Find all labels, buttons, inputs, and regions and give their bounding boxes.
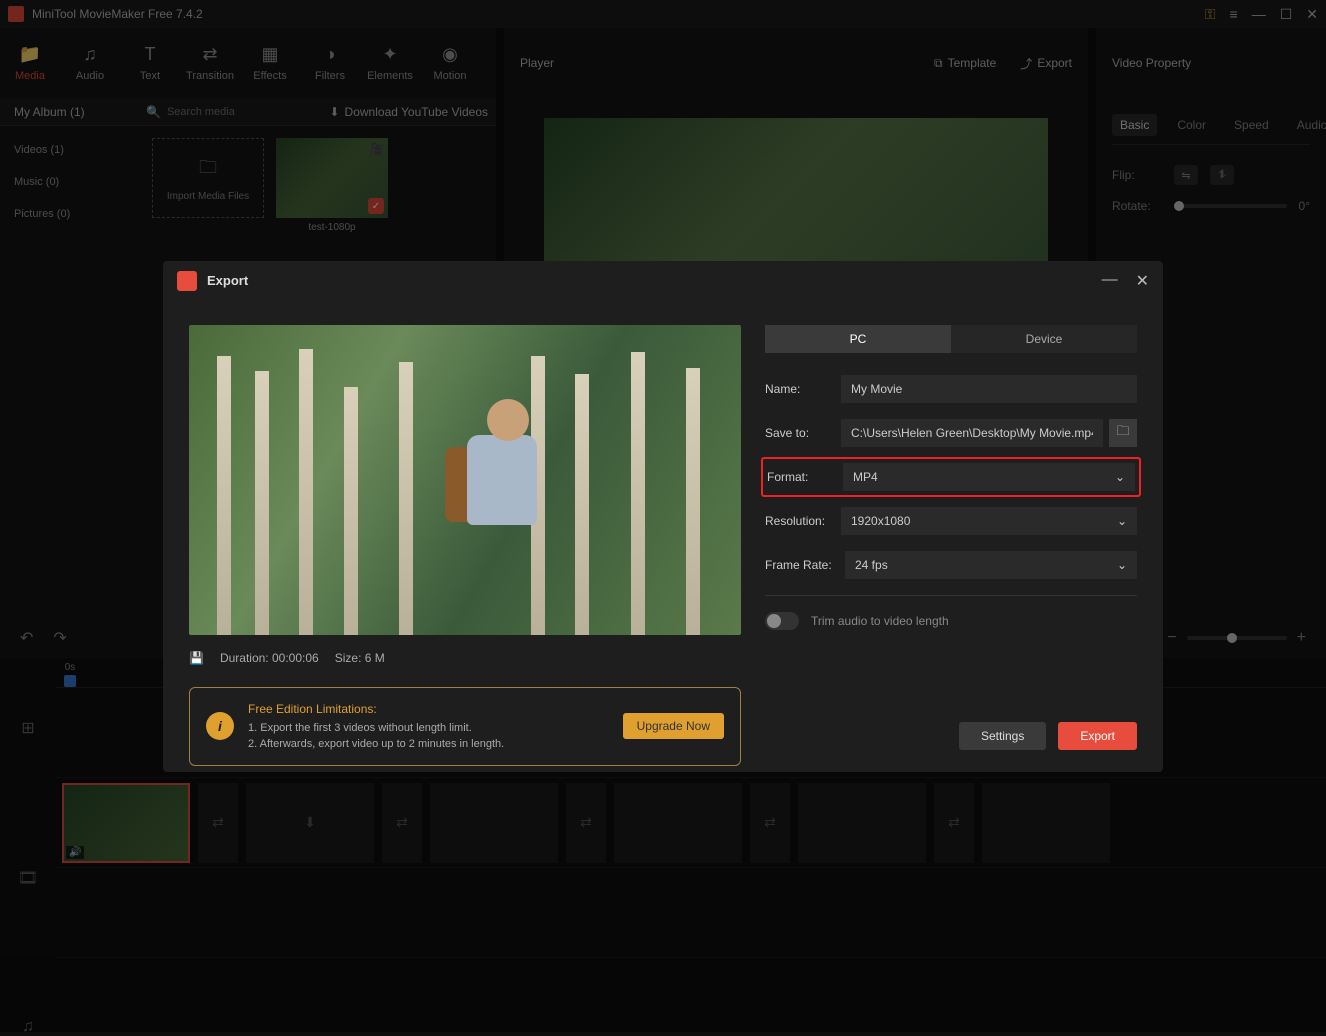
save-icon: 💾	[189, 651, 204, 665]
size-label: Size:	[335, 651, 362, 665]
name-input[interactable]	[841, 375, 1137, 403]
dialog-close-icon[interactable]: ✕	[1136, 271, 1149, 291]
settings-button[interactable]: Settings	[959, 722, 1046, 750]
name-label: Name:	[765, 382, 841, 396]
format-select[interactable]: MP4 ⌄	[843, 463, 1135, 491]
export-dialog-title: Export	[207, 273, 248, 288]
framerate-value: 24 fps	[855, 558, 888, 572]
export-preview	[189, 325, 741, 635]
resolution-label: Resolution:	[765, 514, 841, 528]
saveto-label: Save to:	[765, 426, 841, 440]
format-highlight: Format: MP4 ⌄	[761, 457, 1141, 497]
duration-label: Duration:	[220, 651, 269, 665]
size-value: 6 M	[365, 651, 385, 665]
export-confirm-button[interactable]: Export	[1058, 722, 1137, 750]
tab-pc[interactable]: PC	[765, 325, 951, 353]
chevron-down-icon: ⌄	[1115, 470, 1125, 484]
resolution-value: 1920x1080	[851, 514, 910, 528]
dialog-minimize-icon[interactable]: —	[1102, 271, 1118, 291]
saveto-input[interactable]	[841, 419, 1103, 447]
framerate-select[interactable]: 24 fps ⌄	[845, 551, 1137, 579]
duration-value: 00:00:06	[272, 651, 319, 665]
export-dialog: Export — ✕ 💾 Duration: 00:00:06	[163, 261, 1163, 772]
tab-device[interactable]: Device	[951, 325, 1137, 353]
folder-icon: 🗀	[1116, 422, 1129, 444]
modal-overlay: Export — ✕ 💾 Duration: 00:00:06	[0, 0, 1326, 1032]
export-target-tabs: PC Device	[765, 325, 1137, 353]
chevron-down-icon: ⌄	[1117, 558, 1127, 572]
chevron-down-icon: ⌄	[1117, 514, 1127, 528]
resolution-select[interactable]: 1920x1080 ⌄	[841, 507, 1137, 535]
trim-audio-toggle[interactable]	[765, 612, 799, 630]
browse-button[interactable]: 🗀	[1109, 419, 1137, 447]
framerate-label: Frame Rate:	[765, 558, 845, 572]
app-logo	[177, 271, 197, 291]
trim-audio-label: Trim audio to video length	[811, 614, 949, 628]
format-label: Format:	[767, 470, 843, 484]
limitation-title: Free Edition Limitations:	[248, 700, 504, 718]
format-value: MP4	[853, 470, 878, 484]
